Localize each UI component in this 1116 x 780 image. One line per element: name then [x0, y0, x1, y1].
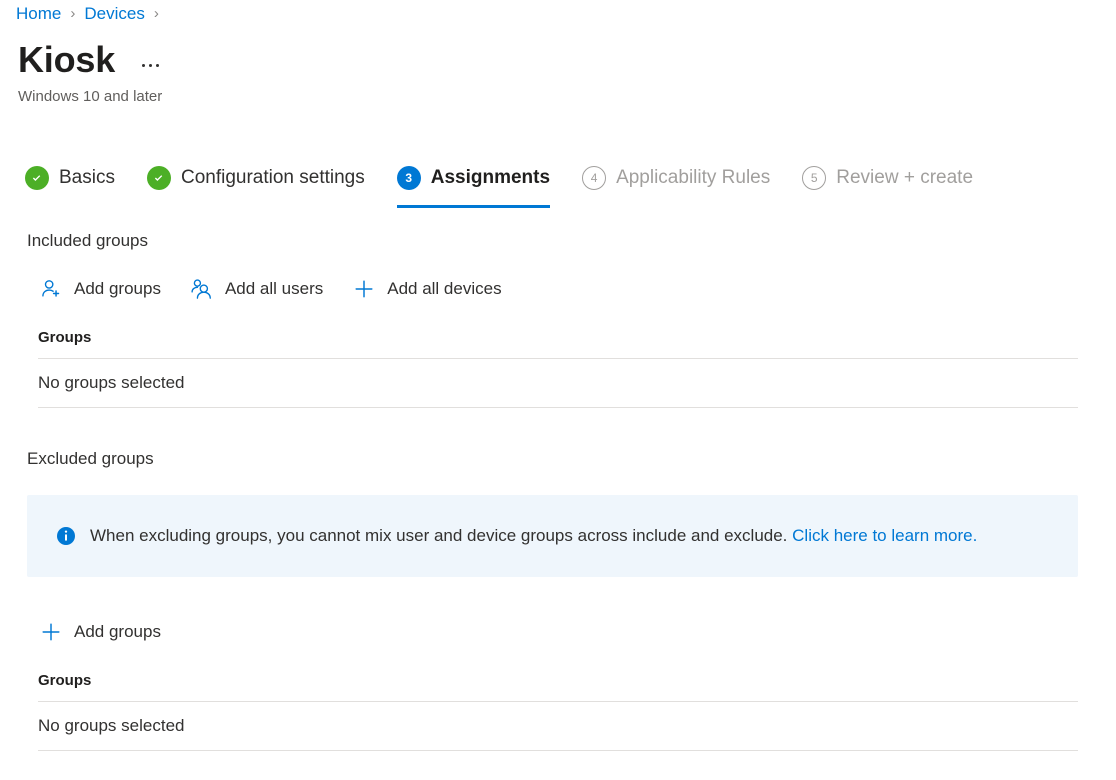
- table-row-empty: No groups selected: [38, 359, 1078, 407]
- add-groups-button[interactable]: Add groups: [38, 273, 161, 305]
- action-label: Add groups: [74, 620, 161, 644]
- info-icon: [56, 526, 76, 546]
- included-groups-heading: Included groups: [27, 229, 148, 253]
- chevron-right-icon: ›: [154, 2, 159, 26]
- step-number-badge: 4: [582, 166, 606, 190]
- dot: [149, 64, 152, 67]
- table-column-header-groups: Groups: [38, 671, 1078, 701]
- learn-more-link[interactable]: Click here to learn more.: [792, 526, 977, 545]
- action-label: Add groups: [74, 277, 161, 301]
- add-all-devices-button[interactable]: Add all devices: [351, 273, 501, 305]
- divider: [38, 407, 1078, 408]
- tab-label: Configuration settings: [181, 165, 365, 191]
- tab-label: Basics: [59, 165, 115, 191]
- info-banner: When excluding groups, you cannot mix us…: [27, 495, 1078, 577]
- tab-label: Review + create: [836, 165, 973, 191]
- action-label: Add all devices: [387, 277, 501, 301]
- breadcrumb-item-home[interactable]: Home: [16, 2, 61, 26]
- excluded-groups-table: Groups No groups selected: [38, 671, 1078, 751]
- page-header: Kiosk: [18, 38, 162, 82]
- excluded-groups-actions: Add groups: [38, 616, 161, 648]
- empty-state-text: No groups selected: [38, 373, 184, 393]
- add-user-icon: [38, 276, 64, 302]
- tab-underline: [397, 205, 550, 208]
- table-row-empty: No groups selected: [38, 702, 1078, 750]
- plus-icon: [351, 276, 377, 302]
- page-subtitle: Windows 10 and later: [18, 87, 162, 107]
- divider: [38, 750, 1078, 751]
- tab-basics[interactable]: Basics: [25, 160, 115, 196]
- step-number-badge: 3: [397, 166, 421, 190]
- tab-review-create[interactable]: 5 Review + create: [802, 160, 973, 196]
- add-groups-button-excluded[interactable]: Add groups: [38, 616, 161, 648]
- dot: [142, 64, 145, 67]
- add-all-users-button[interactable]: Add all users: [189, 273, 323, 305]
- more-options-icon[interactable]: [139, 60, 162, 71]
- info-banner-message: When excluding groups, you cannot mix us…: [90, 526, 787, 545]
- tab-label: Applicability Rules: [616, 165, 770, 191]
- tab-assignments[interactable]: 3 Assignments: [397, 160, 550, 196]
- breadcrumb: Home › Devices ›: [16, 2, 168, 26]
- tab-applicability-rules[interactable]: 4 Applicability Rules: [582, 160, 770, 196]
- tab-configuration-settings[interactable]: Configuration settings: [147, 160, 365, 196]
- checkmark-icon: [147, 166, 171, 190]
- breadcrumb-item-devices[interactable]: Devices: [84, 2, 144, 26]
- tab-label: Assignments: [431, 165, 550, 191]
- checkmark-icon: [25, 166, 49, 190]
- empty-state-text: No groups selected: [38, 716, 184, 736]
- info-banner-text: When excluding groups, you cannot mix us…: [90, 524, 977, 548]
- step-number-badge: 5: [802, 166, 826, 190]
- dot: [156, 64, 159, 67]
- wizard-steps: Basics Configuration settings 3 Assignme…: [25, 160, 1005, 208]
- included-groups-table: Groups No groups selected: [38, 328, 1078, 408]
- table-column-header-groups: Groups: [38, 328, 1078, 358]
- chevron-right-icon: ›: [70, 2, 75, 26]
- plus-icon: [38, 619, 64, 645]
- excluded-groups-heading: Excluded groups: [27, 447, 154, 471]
- action-label: Add all users: [225, 277, 323, 301]
- included-groups-actions: Add groups Add all users Add all devices: [38, 273, 502, 305]
- page-title: Kiosk: [18, 38, 115, 82]
- users-group-icon: [189, 276, 215, 302]
